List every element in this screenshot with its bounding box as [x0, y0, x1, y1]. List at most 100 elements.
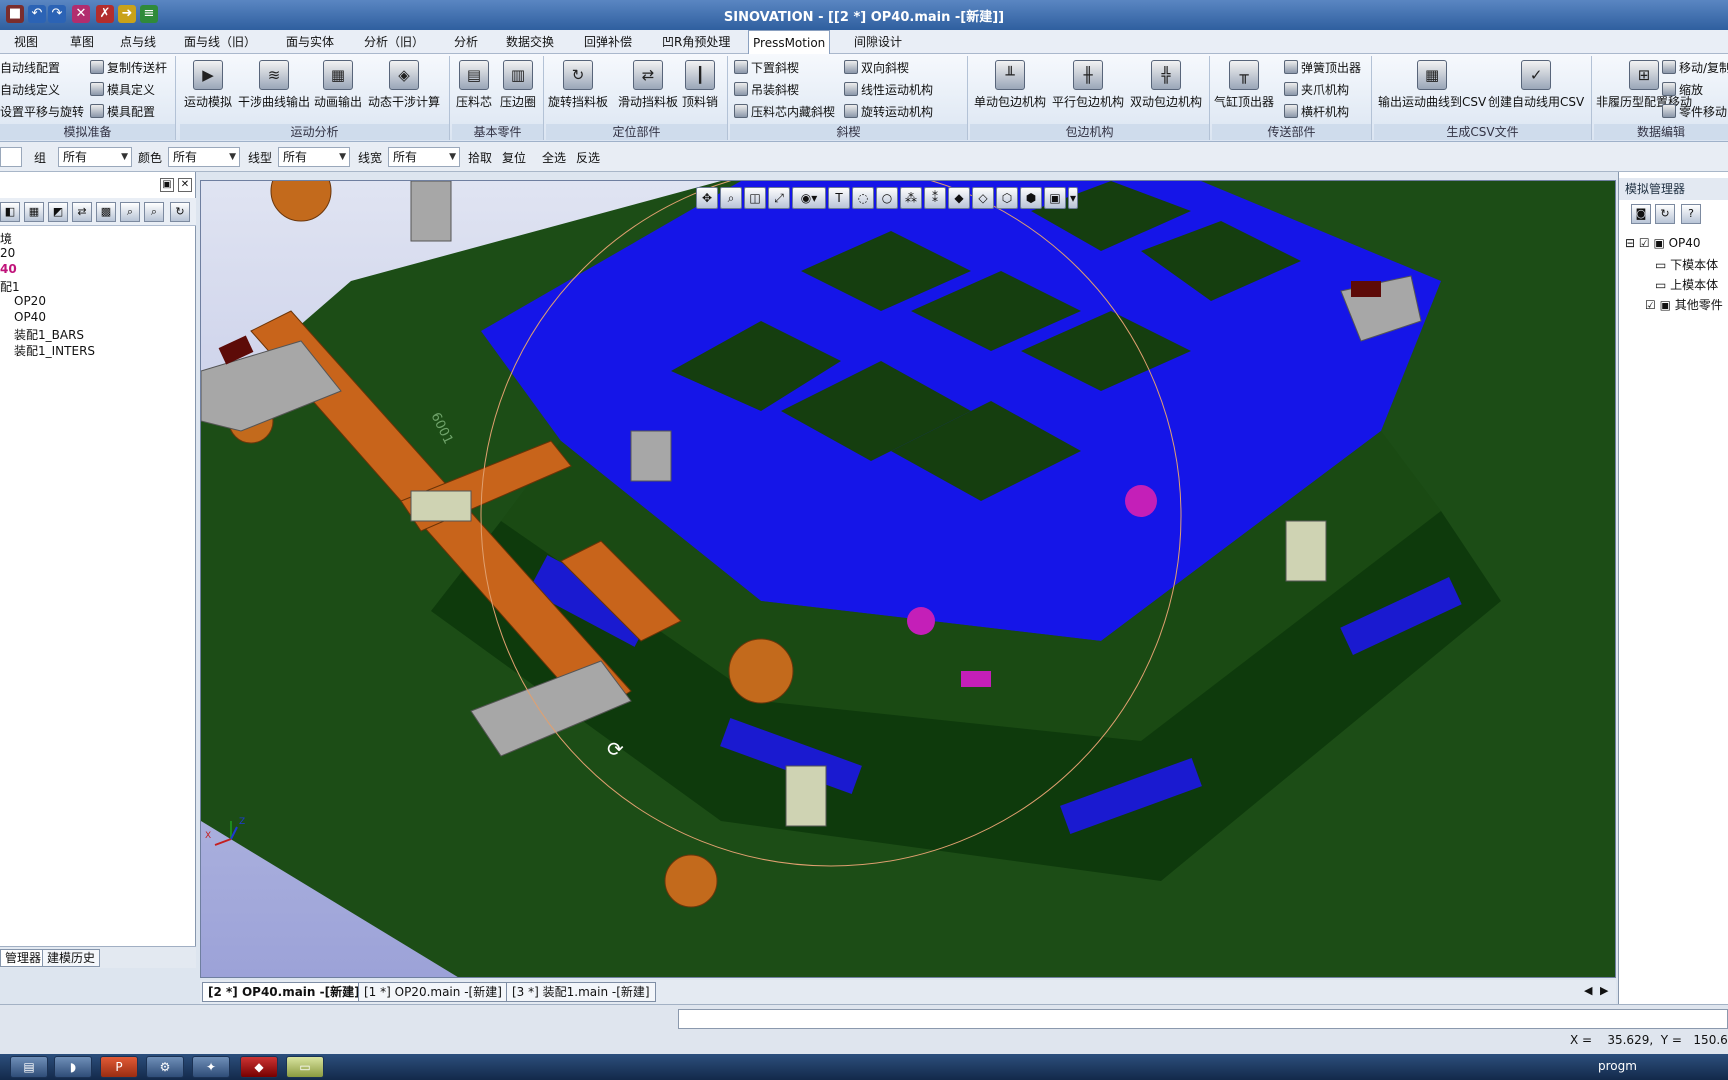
auto-line-define-button[interactable]: 自动线定义 — [0, 80, 60, 100]
interference-curve-button[interactable]: ≋ 干涉曲线输出 — [238, 60, 310, 110]
auto-line-config-button[interactable]: 自动线配置 — [0, 58, 60, 78]
app-icon[interactable]: ✦ — [192, 1056, 230, 1078]
lower-cam-button[interactable]: 下置斜楔 — [734, 58, 799, 78]
tool-icon[interactable]: ⚙ — [146, 1056, 184, 1078]
rotary-mech-button[interactable]: 旋转运动机构 — [844, 102, 933, 122]
motion-sim-button[interactable]: ▶ 运动模拟 — [184, 60, 232, 110]
refresh-icon[interactable]: ↻ — [1655, 204, 1675, 224]
menu-view[interactable]: 视图 — [10, 30, 42, 54]
dual-cam-button[interactable]: 双向斜楔 — [844, 58, 909, 78]
select-all-button[interactable]: 全选 — [542, 149, 566, 166]
light-pair-icon[interactable]: ⁑ — [924, 187, 946, 209]
menu-clearance[interactable]: 间隙设计 — [850, 30, 906, 54]
multi-light-icon[interactable]: ⁂ — [900, 187, 922, 209]
tree-item[interactable]: 境 — [0, 230, 12, 247]
tree-item[interactable]: 装配1_INTERS — [14, 342, 95, 359]
pad-button[interactable]: ▤ 压料芯 — [456, 60, 492, 110]
zoom-icon[interactable]: ⌕ — [720, 187, 742, 209]
explorer-icon[interactable]: ▤ — [10, 1056, 48, 1078]
cube-hidden-icon[interactable]: ⬡ — [996, 187, 1018, 209]
pick-button[interactable]: 拾取 — [468, 149, 492, 166]
menu-analysis[interactable]: 分析 — [450, 30, 482, 54]
tree-item[interactable]: 配1 — [0, 278, 20, 295]
rotary-stopper-button[interactable]: ↻ 旋转挡料板 — [548, 60, 608, 110]
spring-ejector-button[interactable]: 弹簧顶出器 — [1284, 58, 1361, 78]
tab-op40[interactable]: [2 *] OP40.main -[新建] — [202, 982, 366, 1002]
media-icon[interactable]: ◗ — [54, 1056, 92, 1078]
binder-button[interactable]: ▥ 压边圈 — [500, 60, 536, 110]
tab-manager[interactable]: 管理器 — [0, 949, 47, 967]
grid-icon[interactable]: ▦ — [24, 202, 44, 222]
move-copy-button[interactable]: 移动/复制 — [1662, 58, 1728, 78]
export-motion-csv-button[interactable]: ▦ 输出运动曲线到CSV — [1378, 60, 1486, 110]
tree-item[interactable]: 装配1_BARS — [14, 326, 84, 343]
tree-item[interactable]: 20 — [0, 246, 15, 260]
color-select[interactable]: 所有 ▼ — [168, 147, 240, 167]
pin-icon[interactable]: ▣ — [160, 178, 174, 192]
camera-icon[interactable]: ◉▾ — [792, 187, 826, 209]
menu-r-corner[interactable]: 凹R角预处理 — [658, 30, 734, 54]
reset-button[interactable]: 复位 — [502, 149, 526, 166]
off-icon[interactable]: ◙ — [1631, 204, 1651, 224]
linear-mech-button[interactable]: 线性运动机构 — [844, 80, 933, 100]
menu-point-line[interactable]: 点与线 — [116, 30, 160, 54]
linetype-select[interactable]: 所有 ▼ — [278, 147, 350, 167]
view-icon[interactable]: ◧ — [0, 202, 20, 222]
cube-wire-icon[interactable]: ◇ — [972, 187, 994, 209]
copy-transfer-bar-button[interactable]: 复制传送杆 — [90, 58, 167, 78]
gripper-button[interactable]: 夹爪机构 — [1284, 80, 1349, 100]
hanging-cam-button[interactable]: 吊装斜楔 — [734, 80, 799, 100]
menu-pressmotion[interactable]: PressMotion — [748, 30, 831, 55]
swap-icon[interactable]: ⇄ — [72, 202, 92, 222]
dynamic-interference-button[interactable]: ◈ 动态干涉计算 — [368, 60, 440, 110]
zoom-window-icon[interactable]: ◫ — [744, 187, 766, 209]
invert-select-button[interactable]: 反选 — [576, 149, 600, 166]
cube-section-icon[interactable]: ▣ — [1044, 187, 1066, 209]
menu-surface-solid[interactable]: 面与实体 — [282, 30, 338, 54]
die-define-button[interactable]: 模具定义 — [90, 80, 155, 100]
animation-output-button[interactable]: ▦ 动画输出 — [314, 60, 362, 110]
scale-button[interactable]: 缩放 — [1662, 80, 1703, 100]
tree-item-active[interactable]: 40 — [0, 262, 17, 276]
menu-springback[interactable]: 回弹补偿 — [580, 30, 636, 54]
single-hem-button[interactable]: ╨ 单动包边机构 — [974, 60, 1046, 110]
notes-icon[interactable]: ▭ — [286, 1056, 324, 1078]
linewidth-select[interactable]: 所有 ▼ — [388, 147, 460, 167]
parallel-hem-button[interactable]: ╫ 平行包边机构 — [1052, 60, 1124, 110]
tree-item-other[interactable]: ☑ ▣ 其他零件 — [1645, 296, 1723, 313]
find-icon[interactable]: ⌕ — [120, 202, 140, 222]
layer-icon[interactable]: ◩ — [48, 202, 68, 222]
pad-inner-cam-button[interactable]: 压料芯内藏斜楔 — [734, 102, 835, 122]
tab-history[interactable]: 建模历史 — [42, 949, 101, 967]
cylinder-ejector-button[interactable]: ╥ 气缸顶出器 — [1214, 60, 1274, 110]
cube-shaded-icon[interactable]: ◆ — [948, 187, 970, 209]
tab-scroll-left-icon[interactable]: ◀ — [1584, 984, 1592, 997]
create-line-csv-button[interactable]: ✓ 创建自动线用CSV — [1488, 60, 1584, 110]
tab-op20[interactable]: [1 *] OP20.main -[新建] — [358, 982, 508, 1002]
group-select[interactable]: 所有 ▼ — [58, 147, 132, 167]
find-next-icon[interactable]: ⌕ — [144, 202, 164, 222]
3d-viewport[interactable]: ⟳ X Z 6001 ✥ ⌕ ◫ ⤢ ◉▾ T ◌ ○ ⁂ ⁑ ◆ ◇ ⬡ ⬢ … — [200, 180, 1616, 978]
double-hem-button[interactable]: ╬ 双动包边机构 — [1130, 60, 1202, 110]
tile-icon[interactable]: ▩ — [96, 202, 116, 222]
part-move-button[interactable]: 零件移动 — [1662, 102, 1727, 122]
lifter-pin-button[interactable]: ┃ 顶料销 — [682, 60, 718, 110]
menu-surface-line-old[interactable]: 面与线（旧） — [180, 30, 260, 54]
die-config-button[interactable]: 模具配置 — [90, 102, 155, 122]
tree-item[interactable]: OP20 — [14, 294, 46, 308]
menu-data-exchange[interactable]: 数据交换 — [502, 30, 558, 54]
menu-analysis-old[interactable]: 分析（旧） — [360, 30, 428, 54]
slide-stopper-button[interactable]: ⇄ 滑动挡料板 — [618, 60, 678, 110]
pan-icon[interactable]: ✥ — [696, 187, 718, 209]
refresh-icon[interactable]: ↻ — [170, 202, 190, 222]
sinovation-icon[interactable]: ◆ — [240, 1056, 278, 1078]
light-off-icon[interactable]: ○ — [876, 187, 898, 209]
tree-item-lower-die[interactable]: ▭ 下模本体 — [1655, 256, 1718, 273]
crossbar-button[interactable]: 横杆机构 — [1284, 102, 1349, 122]
set-translate-rotate-button[interactable]: 设置平移与旋转 — [0, 102, 84, 122]
help-icon[interactable]: ? — [1681, 204, 1701, 224]
type-icon[interactable]: T — [828, 187, 850, 209]
tree-item-op40[interactable]: ⊟ ☑ ▣ OP40 — [1625, 236, 1701, 250]
menu-sketch[interactable]: 草图 — [66, 30, 98, 54]
cube-edge-icon[interactable]: ⬢ — [1020, 187, 1042, 209]
